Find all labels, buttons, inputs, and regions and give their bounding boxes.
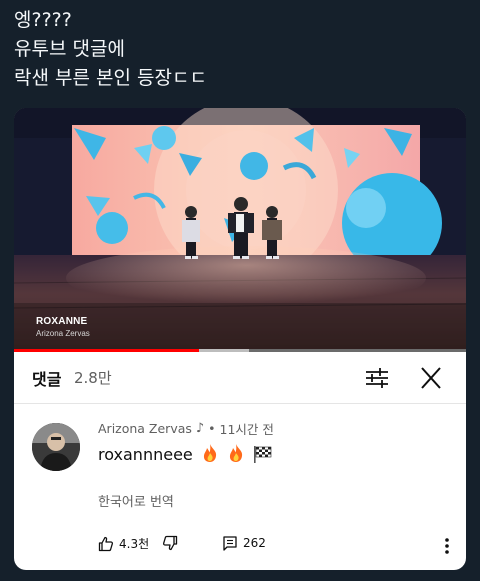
tweet-line: 유투브 댓글에 [14, 38, 125, 60]
sort-button[interactable] [362, 364, 392, 392]
comment-body: roxannneee [98, 445, 193, 464]
translate-link[interactable]: 한국어로 번역 [98, 491, 174, 510]
comment-item: Arizona Zervas ♪ • 11시간 전 roxannneee 한국어… [14, 405, 466, 570]
reply-count: 262 [243, 536, 266, 550]
like-count: 4.3천 [119, 537, 150, 551]
fire-icon [229, 444, 243, 462]
music-note-icon: ♪ [195, 421, 205, 436]
reply-icon [223, 536, 237, 551]
comment-author[interactable]: Arizona Zervas [98, 421, 192, 436]
comment-meta: Arizona Zervas ♪ • 11시간 전 [98, 419, 274, 438]
sort-icon [366, 368, 388, 388]
tweet-text: 엥???? 유투브 댓글에 락샌 부른 본인 등장ㄷㄷ [14, 6, 207, 93]
close-button[interactable] [416, 364, 446, 392]
close-icon [421, 367, 441, 389]
comments-title: 댓글 [32, 370, 62, 389]
more-vert-icon [445, 538, 449, 554]
youtube-screenshot-card[interactable]: ROXANNE Arizona Zervas 댓글 2.8만 Arizona Z… [14, 108, 466, 570]
video-player[interactable]: ROXANNE Arizona Zervas [14, 108, 466, 352]
checkered-flag-icon [254, 446, 272, 463]
avatar[interactable] [32, 423, 80, 471]
reply-button[interactable]: 262 [222, 535, 266, 551]
tweet-line: 엥???? [14, 9, 72, 31]
comments-count: 2.8만 [74, 369, 112, 387]
comment-time: 11시간 전 [219, 422, 274, 437]
more-options-button[interactable] [438, 535, 456, 557]
comments-header: 댓글 2.8만 [14, 352, 466, 404]
thumbs-down-icon [162, 535, 178, 551]
meta-separator: • [208, 421, 216, 436]
thumbs-up-icon [98, 536, 114, 551]
video-title: ROXANNE [36, 316, 88, 327]
comment-text: roxannneee [98, 443, 273, 464]
comment-actions: 4.3천 262 [98, 535, 458, 557]
fire-icon [203, 444, 216, 462]
avatar-image [32, 423, 80, 471]
tweet-line: 락샌 부른 본인 등장ㄷㄷ [14, 67, 207, 89]
video-artist: Arizona Zervas [36, 329, 90, 338]
like-button[interactable]: 4.3천 [98, 535, 149, 552]
dislike-button[interactable] [162, 535, 178, 551]
